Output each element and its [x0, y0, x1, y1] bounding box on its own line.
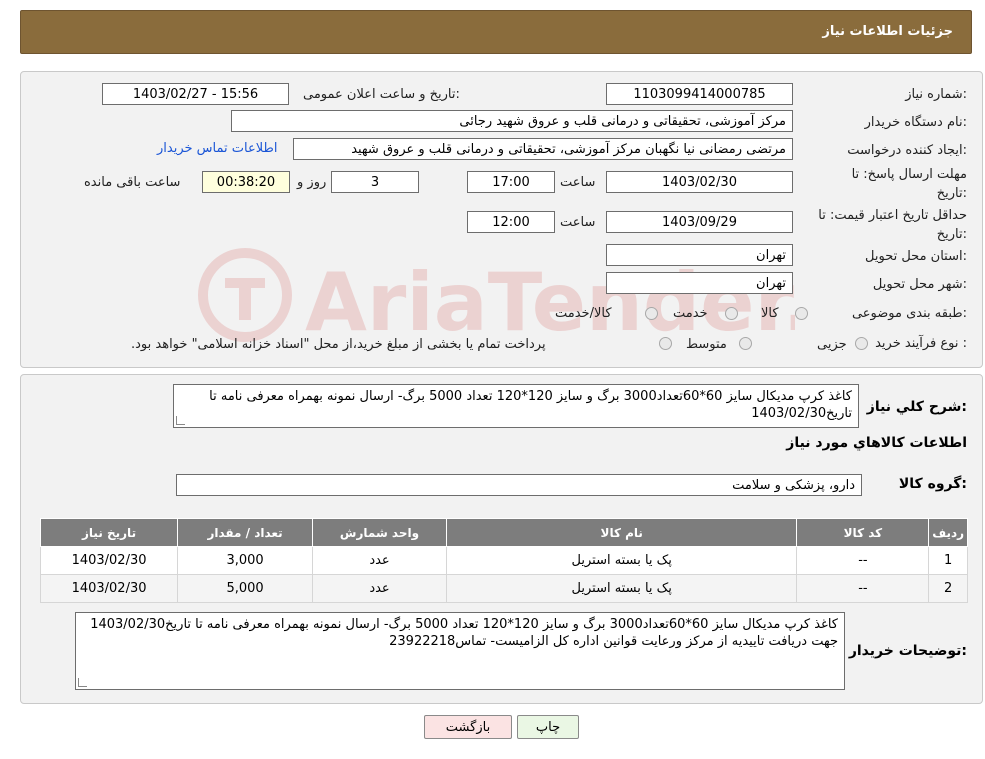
- announce-label: تاریخ و ساعت اعلان عمومی:: [303, 87, 460, 102]
- validity-date-field: 1403/09/29: [606, 211, 793, 233]
- cell-row-number: 2: [928, 574, 968, 603]
- summary-textarea[interactable]: کاغذ کرپ مدیکال سایز 60*60تعداد3000 برگ …: [173, 384, 859, 428]
- category-label: طبقه بندی موضوعی:: [851, 306, 967, 321]
- cell-item-name: پک یا بسته استریل: [445, 546, 798, 575]
- city-field: تهران: [606, 272, 793, 294]
- category-option-goods: کالا: [761, 306, 779, 321]
- cell-need-date: 1403/02/30: [39, 574, 179, 603]
- need-number-field: 1103099414000785: [606, 83, 793, 105]
- print-button[interactable]: چاپ: [517, 715, 579, 739]
- category-radio-goods[interactable]: [795, 307, 808, 320]
- category-option-service: خدمت: [673, 306, 708, 321]
- remaining-label: ساعت باقی مانده: [84, 175, 181, 190]
- page-title: جزئیات اطلاعات نیاز: [822, 24, 953, 39]
- watermark-text: AriaTender.neT: [305, 256, 795, 349]
- buyer-notes-label: توضیحات خریدار:: [848, 643, 967, 659]
- deadline-time-label: ساعت: [560, 175, 596, 190]
- province-field: تهران: [606, 244, 793, 266]
- col-row-number: ردیف: [928, 518, 968, 547]
- category-radio-goods-service[interactable]: [645, 307, 658, 320]
- process-note: پرداخت تمام یا بخشی از مبلغ خرید،از محل …: [131, 337, 546, 352]
- process-radio-treasury[interactable]: [659, 337, 672, 350]
- validity-label-line2: تاریخ:: [936, 227, 967, 242]
- announce-field: 1403/02/27 - 15:56: [102, 83, 289, 105]
- col-unit: واحد شمارش: [312, 518, 447, 547]
- table-row: 1 -- پک یا بسته استریل عدد 3,000 1403/02…: [39, 546, 968, 575]
- col-item-name: نام کالا: [445, 518, 798, 547]
- deadline-label-line2: تاریخ:: [936, 186, 967, 201]
- deadline-time-field: 17:00: [467, 171, 555, 193]
- creator-field: مرتضی رمضانی نیا نگهبان مرکز آموزشی، تحق…: [293, 138, 793, 160]
- process-label: نوع فرآیند خرید :: [875, 336, 967, 351]
- process-radio-minor[interactable]: [855, 337, 868, 350]
- category-option-goods-service: کالا/خدمت: [555, 306, 612, 321]
- city-label: شهر محل تحویل:: [872, 277, 967, 292]
- page-header: جزئیات اطلاعات نیاز: [20, 10, 972, 54]
- resize-grip-icon[interactable]: [176, 416, 185, 425]
- process-option-medium: متوسط: [686, 337, 727, 352]
- cell-quantity: 5,000: [177, 574, 314, 603]
- cell-item-code: --: [796, 574, 930, 603]
- creator-label: ایجاد کننده درخواست:: [847, 143, 967, 158]
- back-button[interactable]: بازگشت: [424, 715, 512, 739]
- cell-row-number: 1: [928, 546, 968, 575]
- days-label: روز و: [297, 175, 327, 190]
- col-need-date: تاریخ نیاز: [39, 518, 179, 547]
- cell-item-name: پک یا بسته استریل: [445, 574, 798, 603]
- process-option-minor: جزیی: [817, 337, 847, 352]
- buyer-org-label: نام دستگاه خریدار:: [864, 115, 967, 130]
- validity-time-field: 12:00: [467, 211, 555, 233]
- cell-unit: عدد: [312, 546, 447, 575]
- contact-info-link[interactable]: اطلاعات تماس خریدار: [157, 141, 277, 156]
- col-item-code: کد کالا: [796, 518, 930, 547]
- cell-quantity: 3,000: [177, 546, 314, 575]
- deadline-label-line1: مهلت ارسال پاسخ: تا: [851, 167, 967, 182]
- goods-group-label: گروه کالا:: [898, 476, 967, 492]
- buyer-notes-text: کاغذ کرپ مدیکال سایز 60*60تعداد3000 برگ …: [90, 617, 838, 649]
- goods-info-title: اطلاعات کالاهاي مورد نياز: [786, 435, 967, 451]
- category-radio-service[interactable]: [725, 307, 738, 320]
- col-quantity: تعداد / مقدار: [177, 518, 314, 547]
- table-row: 2 -- پک یا بسته استریل عدد 5,000 1403/02…: [39, 574, 968, 603]
- cell-unit: عدد: [312, 574, 447, 603]
- goods-group-field: دارو، پزشکی و سلامت: [176, 474, 862, 496]
- process-radio-medium[interactable]: [739, 337, 752, 350]
- buyer-notes-textarea[interactable]: کاغذ کرپ مدیکال سایز 60*60تعداد3000 برگ …: [75, 612, 845, 690]
- province-label: استان محل تحویل:: [865, 249, 967, 264]
- table-header-row: ردیف کد کالا نام کالا واحد شمارش تعداد /…: [39, 518, 968, 547]
- summary-label: شرح کلي نياز:: [866, 399, 967, 415]
- validity-label: حداقل تاریخ اعتبار قیمت: تا تاریخ:: [818, 206, 967, 244]
- cell-item-code: --: [796, 546, 930, 575]
- buyer-org-field: مرکز آموزشی، تحقیقاتی و درمانی قلب و عرو…: [231, 110, 793, 132]
- days-field: 3: [331, 171, 419, 193]
- items-table-wrap: ردیف کد کالا نام کالا واحد شمارش تعداد /…: [39, 518, 968, 603]
- items-table: ردیف کد کالا نام کالا واحد شمارش تعداد /…: [39, 518, 968, 603]
- validity-label-line1: حداقل تاریخ اعتبار قیمت: تا: [818, 208, 967, 223]
- resize-grip-icon[interactable]: [78, 678, 87, 687]
- summary-text: کاغذ کرپ مدیکال سایز 60*60تعداد3000 برگ …: [209, 389, 852, 421]
- deadline-date-field: 1403/02/30: [606, 171, 793, 193]
- need-number-label: شماره نیاز:: [905, 87, 967, 102]
- cell-need-date: 1403/02/30: [39, 546, 179, 575]
- validity-time-label: ساعت: [560, 215, 596, 230]
- deadline-label: مهلت ارسال پاسخ: تا تاریخ:: [852, 165, 967, 203]
- remaining-time-field: 00:38:20: [202, 171, 290, 193]
